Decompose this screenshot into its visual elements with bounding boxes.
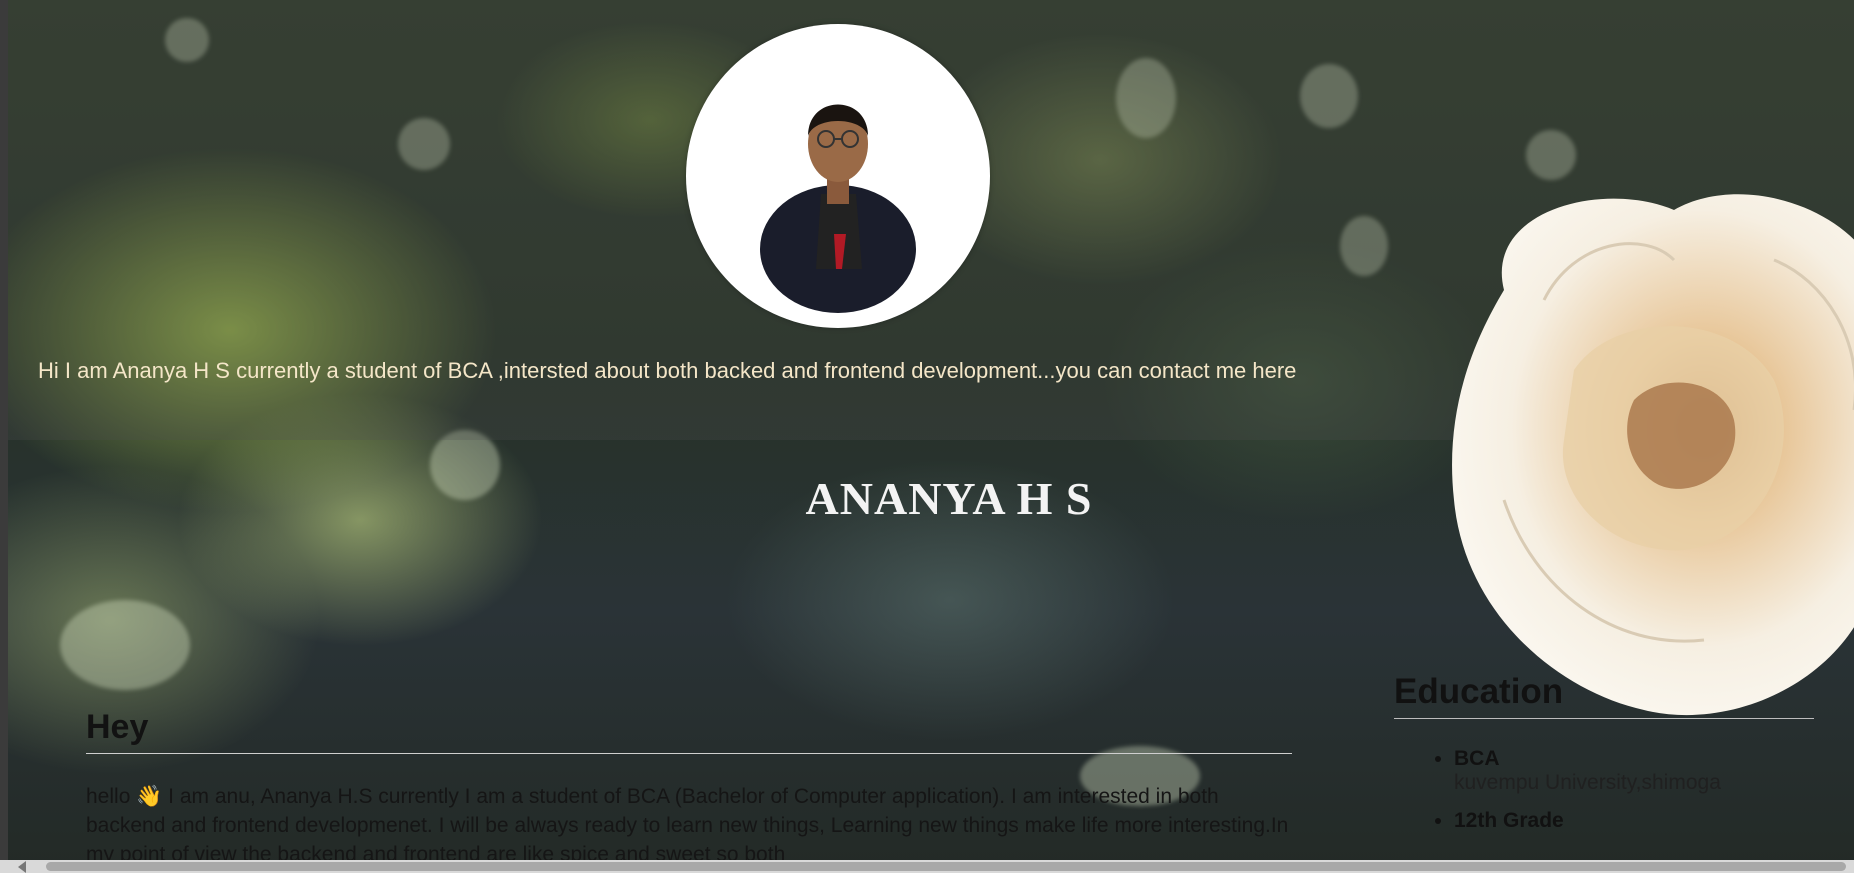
education-school: kuvempu University,shimoga bbox=[1454, 771, 1721, 794]
education-degree: 12th Grade bbox=[1454, 809, 1564, 832]
education-degree: BCA bbox=[1454, 747, 1500, 770]
education-item: BCA kuvempu University,shimoga bbox=[1454, 747, 1814, 795]
education-list: BCA kuvempu University,shimoga 12th Grad… bbox=[1394, 747, 1814, 833]
intro-text: Hi I am Ananya H S currently a student o… bbox=[38, 358, 1297, 383]
horizontal-scrollbar[interactable] bbox=[0, 860, 1854, 873]
scroll-left-arrow-icon[interactable] bbox=[18, 861, 26, 873]
education-heading: Education bbox=[1394, 672, 1814, 719]
about-section: Hey hello 👋 I am anu, Ananya H.S current… bbox=[86, 708, 1292, 869]
page-title: ANANYA H S bbox=[805, 473, 1093, 524]
person-avatar-icon bbox=[760, 104, 916, 313]
profile-photo bbox=[686, 24, 990, 328]
scrollbar-thumb[interactable] bbox=[46, 862, 1846, 871]
education-section: Education BCA kuvempu University,shimoga… bbox=[1394, 672, 1814, 847]
about-text: hello 👋 I am anu, Ananya H.S currently I… bbox=[86, 785, 1289, 866]
education-item: 12th Grade bbox=[1454, 809, 1814, 833]
window-left-edge bbox=[0, 0, 8, 873]
about-heading: Hey bbox=[86, 708, 1292, 754]
